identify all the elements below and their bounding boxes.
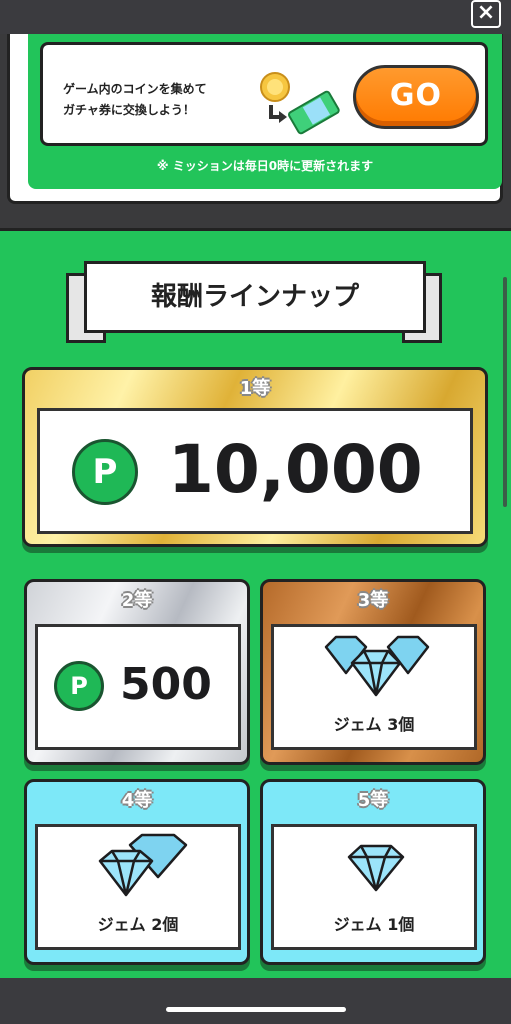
prize-content-5: ジェム 1個 [271, 824, 477, 950]
prize-rank-5: 5等 [357, 790, 389, 811]
top-bar: × [0, 0, 511, 34]
prize-label-4: ジェム 2個 [97, 915, 179, 934]
prize-amount-2: 500 [120, 659, 212, 710]
rewards-section: 報酬ラインナップ 1等 P 10,000 2等 P 500 3等 ジェム 3個 … [0, 228, 511, 978]
prize-content-3: ジェム 3個 [271, 624, 477, 750]
prize-label-5: ジェム 1個 [333, 915, 415, 934]
mission-text-line2: ガチャ券に交換しよう！ [63, 103, 195, 117]
mission-text-line1: ゲーム内のコインを集めて [63, 82, 207, 96]
prize-card-5: 5等 ジェム 1個 [260, 779, 486, 965]
prize-rank-2: 2等 [121, 590, 153, 611]
prize-label-3: ジェム 3個 [333, 715, 415, 734]
prize-content-4: ジェム 2個 [35, 824, 241, 950]
gem-icon [324, 635, 430, 697]
go-button[interactable]: GO [353, 65, 479, 129]
close-icon[interactable]: × [471, 0, 501, 28]
mission-reset-note: ※ ミッションは毎日0時に更新されます [156, 159, 374, 173]
p-point-icon: P [72, 439, 138, 505]
home-indicator[interactable] [166, 1007, 346, 1012]
gem-icon [347, 844, 405, 892]
mission-description: ゲーム内のコインを集めて ガチャ券に交換しよう！ [63, 79, 233, 121]
prize-rank-4: 4等 [121, 790, 153, 811]
prize-amount-1: 10,000 [168, 431, 423, 508]
p-point-icon: P [54, 661, 104, 711]
coin-exchange-box: ゲーム内のコインを集めて ガチャ券に交換しよう！ GO [40, 42, 488, 146]
prize-content-2: P 500 [35, 624, 241, 750]
prize-rank-3: 3等 [357, 590, 389, 611]
prize-card-1: 1等 P 10,000 [22, 367, 488, 547]
prize-card-4: 4等 ジェム 2個 [24, 779, 250, 965]
scrollbar[interactable] [503, 277, 507, 507]
mission-panel: ゲーム内のコインを集めて ガチャ券に交換しよう！ GO ※ ミッションは毎日0時… [28, 34, 502, 189]
prize-content-1: P 10,000 [37, 408, 473, 534]
prize-card-2: 2等 P 500 [24, 579, 250, 765]
prize-card-3: 3等 ジェム 3個 [260, 579, 486, 765]
coin-to-ticket-icon [260, 72, 340, 135]
bottom-bar [0, 978, 511, 1024]
rewards-title: 報酬ラインナップ [84, 261, 426, 333]
prize-rank-1: 1等 [239, 378, 271, 399]
mission-card: ゲーム内のコインを集めて ガチャ券に交換しよう！ GO ※ ミッションは毎日0時… [7, 34, 503, 204]
gem-icon [98, 833, 188, 897]
